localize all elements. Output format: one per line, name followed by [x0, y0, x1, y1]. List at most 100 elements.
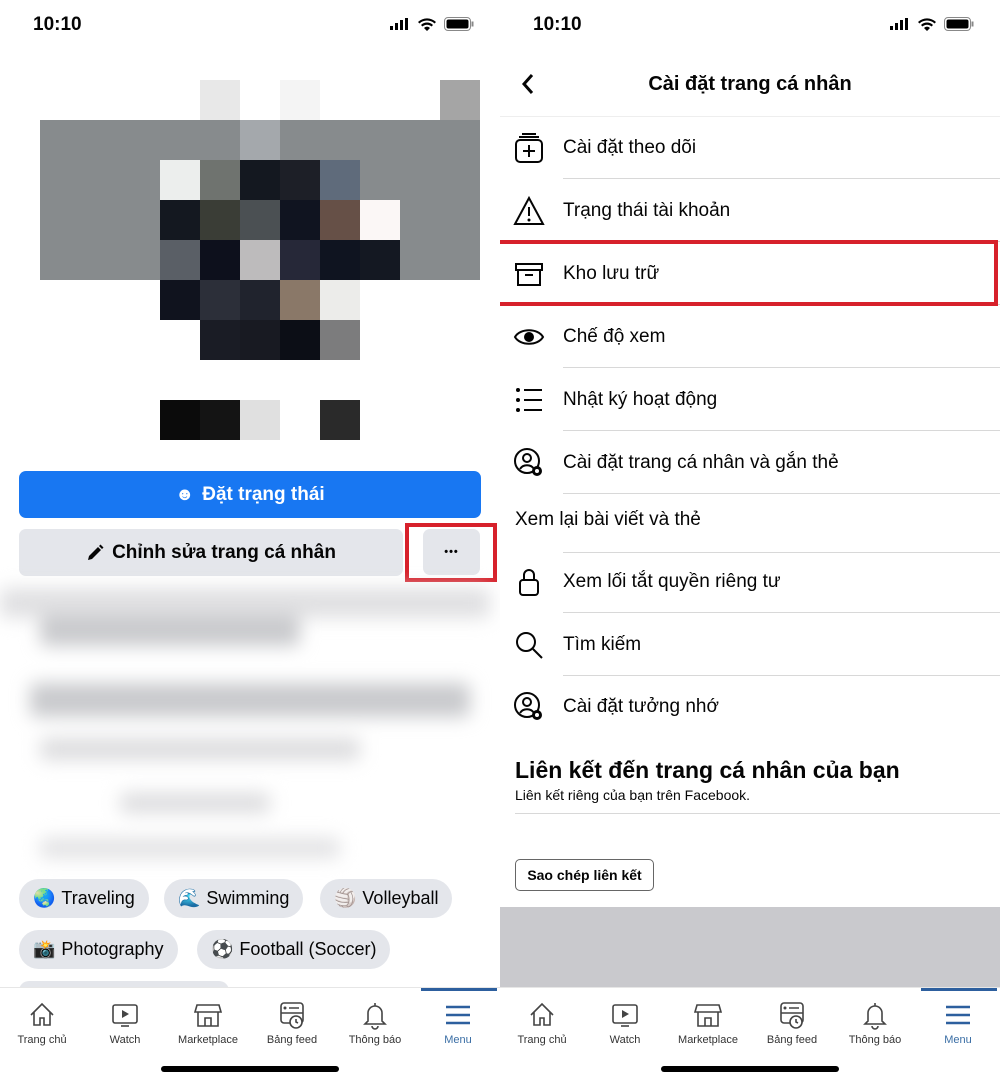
status-time: 10:10	[533, 14, 582, 35]
pixel-block	[200, 240, 240, 280]
pixel-block	[320, 320, 360, 360]
link-section-subtitle: Liên kết riêng của bạn trên Facebook.	[515, 787, 751, 803]
pixel-block	[320, 200, 360, 240]
nav-item-label: Menu	[944, 1034, 972, 1046]
nav-item[interactable]: Bảng feed	[250, 996, 334, 1046]
settings-item[interactable]: Cài đặt theo dõi	[500, 116, 1000, 179]
hobby-label: Traveling	[61, 888, 135, 908]
hobby-chip[interactable]: 🏐 Volleyball	[320, 879, 453, 918]
settings-item-label: Xem lối tắt quyền riêng tư	[563, 571, 781, 592]
settings-item[interactable]: Trạng thái tài khoản	[500, 179, 1000, 242]
nav-item[interactable]: Watch	[83, 996, 167, 1046]
copy-link-button[interactable]: Sao chép liên kết	[515, 859, 654, 891]
pixel-block	[320, 160, 360, 200]
nav-item[interactable]: Marketplace	[666, 996, 750, 1046]
nav-item[interactable]: Menu	[416, 996, 500, 1046]
pixel-block	[240, 120, 280, 160]
highlight-box	[405, 523, 497, 582]
marketplace-icon	[193, 1004, 223, 1027]
settings-item[interactable]: Xem lối tắt quyền riêng tư	[500, 550, 1000, 613]
nav-item-label: Bảng feed	[266, 1034, 318, 1046]
marketplace-icon	[693, 1004, 723, 1027]
edit-profile-button[interactable]: Chỉnh sửa trang cá nhân	[19, 529, 403, 576]
pencil-icon	[88, 544, 104, 560]
pixel-block	[280, 240, 320, 280]
set-status-button[interactable]: ☻ Đặt trạng thái	[19, 471, 481, 518]
settings-item[interactable]: Cài đặt trang cá nhân và gắn thẻ	[500, 431, 1000, 494]
nav-item-label: Watch	[109, 1034, 141, 1046]
signal-icon	[390, 18, 408, 30]
nav-item[interactable]: Marketplace	[166, 996, 250, 1046]
nav-item[interactable]: Menu	[916, 996, 1000, 1046]
nav-item[interactable]: Thông báo	[833, 996, 917, 1046]
edit-profile-label: Chỉnh sửa trang cá nhân	[112, 541, 336, 563]
pixel-block	[200, 160, 240, 200]
hobby-chip[interactable]: 🌏 Traveling	[19, 879, 149, 918]
pixel-block	[320, 280, 360, 320]
settings-item-label: Trạng thái tài khoản	[563, 200, 731, 221]
nav-item[interactable]: Bảng feed	[750, 996, 834, 1046]
settings-item[interactable]: Tìm kiếm	[500, 613, 1000, 676]
hobby-chip[interactable]: 📸 Photography	[19, 930, 178, 969]
blurred-profile-info	[0, 588, 500, 873]
set-status-label: Đặt trạng thái	[202, 483, 325, 505]
eye-icon	[513, 329, 545, 345]
profile-screen: 10:10 ☻ Đặt trạng thái Chỉnh sửa trang c…	[0, 0, 500, 1082]
pixel-block	[200, 400, 240, 440]
hobby-emoji-icon: 🌊	[178, 888, 201, 908]
nav-item-label: Menu	[444, 1034, 472, 1046]
pixel-block	[280, 320, 320, 360]
pixel-block	[280, 160, 320, 200]
settings-item[interactable]: Nhật ký hoạt động	[500, 368, 1000, 431]
home-icon	[530, 1002, 554, 1026]
pixel-block	[200, 200, 240, 240]
hobby-label: Football (Soccer)	[239, 939, 377, 959]
profile-settings-screen: 10:10 Cài đặt trang cá nhân Cài đặt theo…	[500, 0, 1000, 1082]
pixel-block	[240, 280, 280, 320]
settings-item-label: Cài đặt tưởng nhớ	[563, 696, 719, 717]
settings-item-label: Cài đặt theo dõi	[563, 137, 697, 158]
nav-item[interactable]: Trang chủ	[500, 996, 584, 1046]
list-icon	[516, 388, 542, 412]
smile-icon: ☻	[175, 484, 195, 504]
pixel-block	[360, 160, 400, 200]
hobby-chip[interactable]: 🌊 Swimming	[164, 879, 304, 918]
pixel-block	[240, 200, 280, 240]
hobby-chip[interactable]: ⚽ Football (Soccer)	[197, 930, 391, 969]
gray-overlay	[500, 907, 1000, 987]
battery-icon	[444, 17, 474, 31]
pixel-block	[160, 200, 200, 240]
search-icon	[516, 632, 543, 659]
pixel-block	[240, 320, 280, 360]
pixel-block	[320, 400, 360, 440]
nav-item[interactable]: Watch	[583, 996, 667, 1046]
settings-item-label: Tìm kiếm	[563, 634, 642, 655]
wifi-icon	[918, 17, 936, 31]
nav-item[interactable]: Thông báo	[333, 996, 417, 1046]
nav-item-label: Marketplace	[178, 1034, 238, 1046]
hobby-emoji-icon: 🏐	[334, 888, 357, 908]
settings-item-label: Chế độ xem	[563, 326, 666, 347]
pixel-block	[200, 280, 240, 320]
watch-icon	[612, 1004, 638, 1027]
settings-item[interactable]: Xem lại bài viết và thẻ	[500, 490, 1000, 553]
pixel-block	[240, 160, 280, 200]
active-tab-indicator	[421, 988, 497, 991]
settings-item[interactable]: Cài đặt tưởng nhớ	[500, 675, 1000, 738]
settings-item-label: Nhật ký hoạt động	[563, 389, 718, 410]
nav-item-label: Thông báo	[848, 1034, 902, 1046]
settings-item[interactable]: Chế độ xem	[500, 305, 1000, 368]
hobby-label: Swimming	[206, 888, 290, 908]
menu-icon	[446, 1005, 470, 1025]
nav-item[interactable]: Trang chủ	[0, 996, 84, 1046]
pixel-block	[440, 80, 480, 120]
watch-icon	[112, 1004, 138, 1027]
home-indicator	[661, 1066, 839, 1072]
feed-icon	[280, 1002, 304, 1029]
highlight-box	[500, 240, 998, 306]
hobby-emoji-icon: ⚽	[211, 939, 234, 959]
pixel-block	[320, 240, 360, 280]
nav-item-label: Marketplace	[678, 1034, 738, 1046]
pixel-block	[160, 280, 200, 320]
nav-item-label: Watch	[609, 1034, 641, 1046]
